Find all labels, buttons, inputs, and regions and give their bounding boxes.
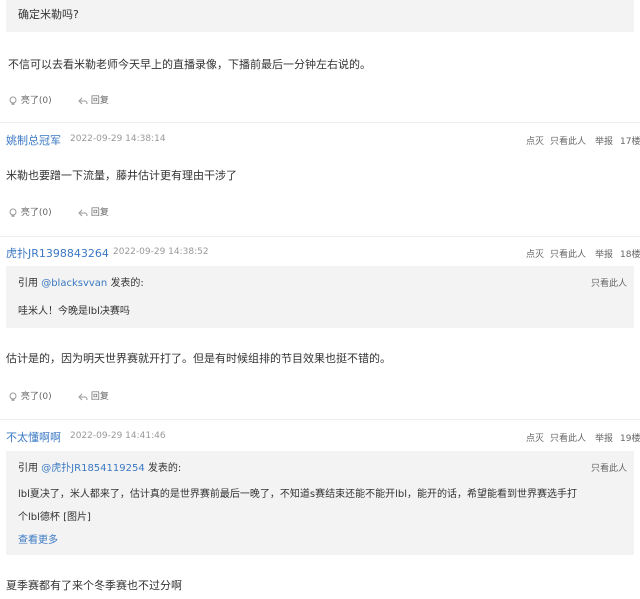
- divider: [0, 419, 640, 420]
- quote-prefix: 引用: [18, 463, 38, 474]
- quoted-user-link[interactable]: @blacksvvan: [41, 278, 107, 289]
- floor-number: 17楼: [620, 137, 640, 147]
- quote-block: 引用 @虎扑JR1854119254 发表的: 只看此人 lbl夏决了，米人都来…: [6, 451, 634, 555]
- report-link[interactable]: 举报: [595, 247, 613, 260]
- username[interactable]: 不太懂啊啊: [6, 429, 61, 445]
- collapse-link[interactable]: 点灭: [526, 247, 544, 260]
- like-button[interactable]: 亮了(0): [8, 93, 52, 106]
- quote-text-line: lbl夏决了，米人都来了，估计真的是世界赛前最后一晚了，不知道s赛结束还能不能开…: [18, 489, 578, 500]
- quote-text: 确定米勒吗?: [18, 8, 79, 21]
- username[interactable]: 姚制总冠军: [6, 132, 61, 148]
- quote-header: 引用 @虎扑JR1854119254 发表的:: [18, 459, 181, 474]
- quote-suffix: 发表的:: [147, 463, 182, 474]
- collapse-link[interactable]: 点灭: [526, 431, 544, 444]
- like-button[interactable]: 亮了(0): [8, 389, 52, 402]
- username[interactable]: 虎扑JR1398843264: [6, 245, 109, 261]
- divider: [0, 122, 640, 123]
- post-body: 估计是的，因为明天世界赛就开打了。但是有时候组排的节目效果也挺不错的。: [6, 352, 391, 365]
- like-label: 亮了: [20, 392, 39, 402]
- reply-button[interactable]: 回复: [78, 205, 109, 218]
- floor-number: 18楼: [620, 250, 640, 260]
- quoted-user-link[interactable]: @虎扑JR1854119254: [41, 463, 145, 474]
- floor-number: 19楼: [620, 434, 640, 444]
- like-label: 亮了: [20, 96, 39, 106]
- reply-icon: [78, 393, 88, 400]
- post-time: 2022-09-29 14:38:52: [113, 247, 209, 257]
- bulb-icon: [9, 392, 17, 401]
- only-this-user-link[interactable]: 只看此人: [550, 134, 586, 147]
- quote-header: 引用 @blacksvvan 发表的:: [18, 274, 144, 289]
- reply-button[interactable]: 回复: [78, 389, 109, 402]
- post-time: 2022-09-29 14:41:46: [70, 431, 166, 441]
- only-this-user-link[interactable]: 只看此人: [550, 247, 586, 260]
- reply-icon: [78, 209, 88, 216]
- quote-prefix: 引用: [18, 278, 38, 289]
- bulb-icon: [9, 96, 17, 105]
- quote-suffix: 发表的:: [110, 278, 144, 289]
- like-count: (0): [38, 392, 52, 402]
- post-body: 夏季赛都有了来个冬季赛也不过分啊: [6, 579, 182, 592]
- quote-text: 哇米人！今晚是lbl决赛吗: [18, 306, 130, 317]
- report-link[interactable]: 举报: [595, 431, 613, 444]
- quote-block: 确定米勒吗?: [6, 0, 634, 32]
- reply-label: 回复: [90, 96, 109, 106]
- quote-block: 引用 @blacksvvan 发表的: 只看此人 哇米人！今晚是lbl决赛吗: [6, 266, 634, 328]
- quote-text-line: 个lbl德杯 [图片]: [18, 512, 91, 523]
- quote-only-this-user-link[interactable]: 只看此人: [591, 276, 627, 289]
- collapse-link[interactable]: 点灭: [526, 134, 544, 147]
- reply-icon: [78, 97, 88, 104]
- like-count: (0): [38, 208, 52, 218]
- like-label: 亮了: [20, 208, 39, 218]
- reply-label: 回复: [90, 208, 109, 218]
- see-more-link[interactable]: 查看更多: [18, 531, 58, 546]
- post-time: 2022-09-29 14:38:14: [70, 134, 166, 144]
- bulb-icon: [9, 208, 17, 217]
- post-body: 米勒也要蹭一下流量，藤井估计更有理由干涉了: [6, 169, 237, 182]
- divider: [0, 236, 640, 237]
- like-count: (0): [38, 96, 52, 106]
- like-button[interactable]: 亮了(0): [8, 205, 52, 218]
- post-body: 不信可以去看米勒老师今天早上的直播录像，下播前最后一分钟左右说的。: [8, 58, 371, 71]
- report-link[interactable]: 举报: [595, 134, 613, 147]
- quote-only-this-user-link[interactable]: 只看此人: [591, 461, 627, 474]
- reply-button[interactable]: 回复: [78, 93, 109, 106]
- only-this-user-link[interactable]: 只看此人: [550, 431, 586, 444]
- reply-label: 回复: [90, 392, 109, 402]
